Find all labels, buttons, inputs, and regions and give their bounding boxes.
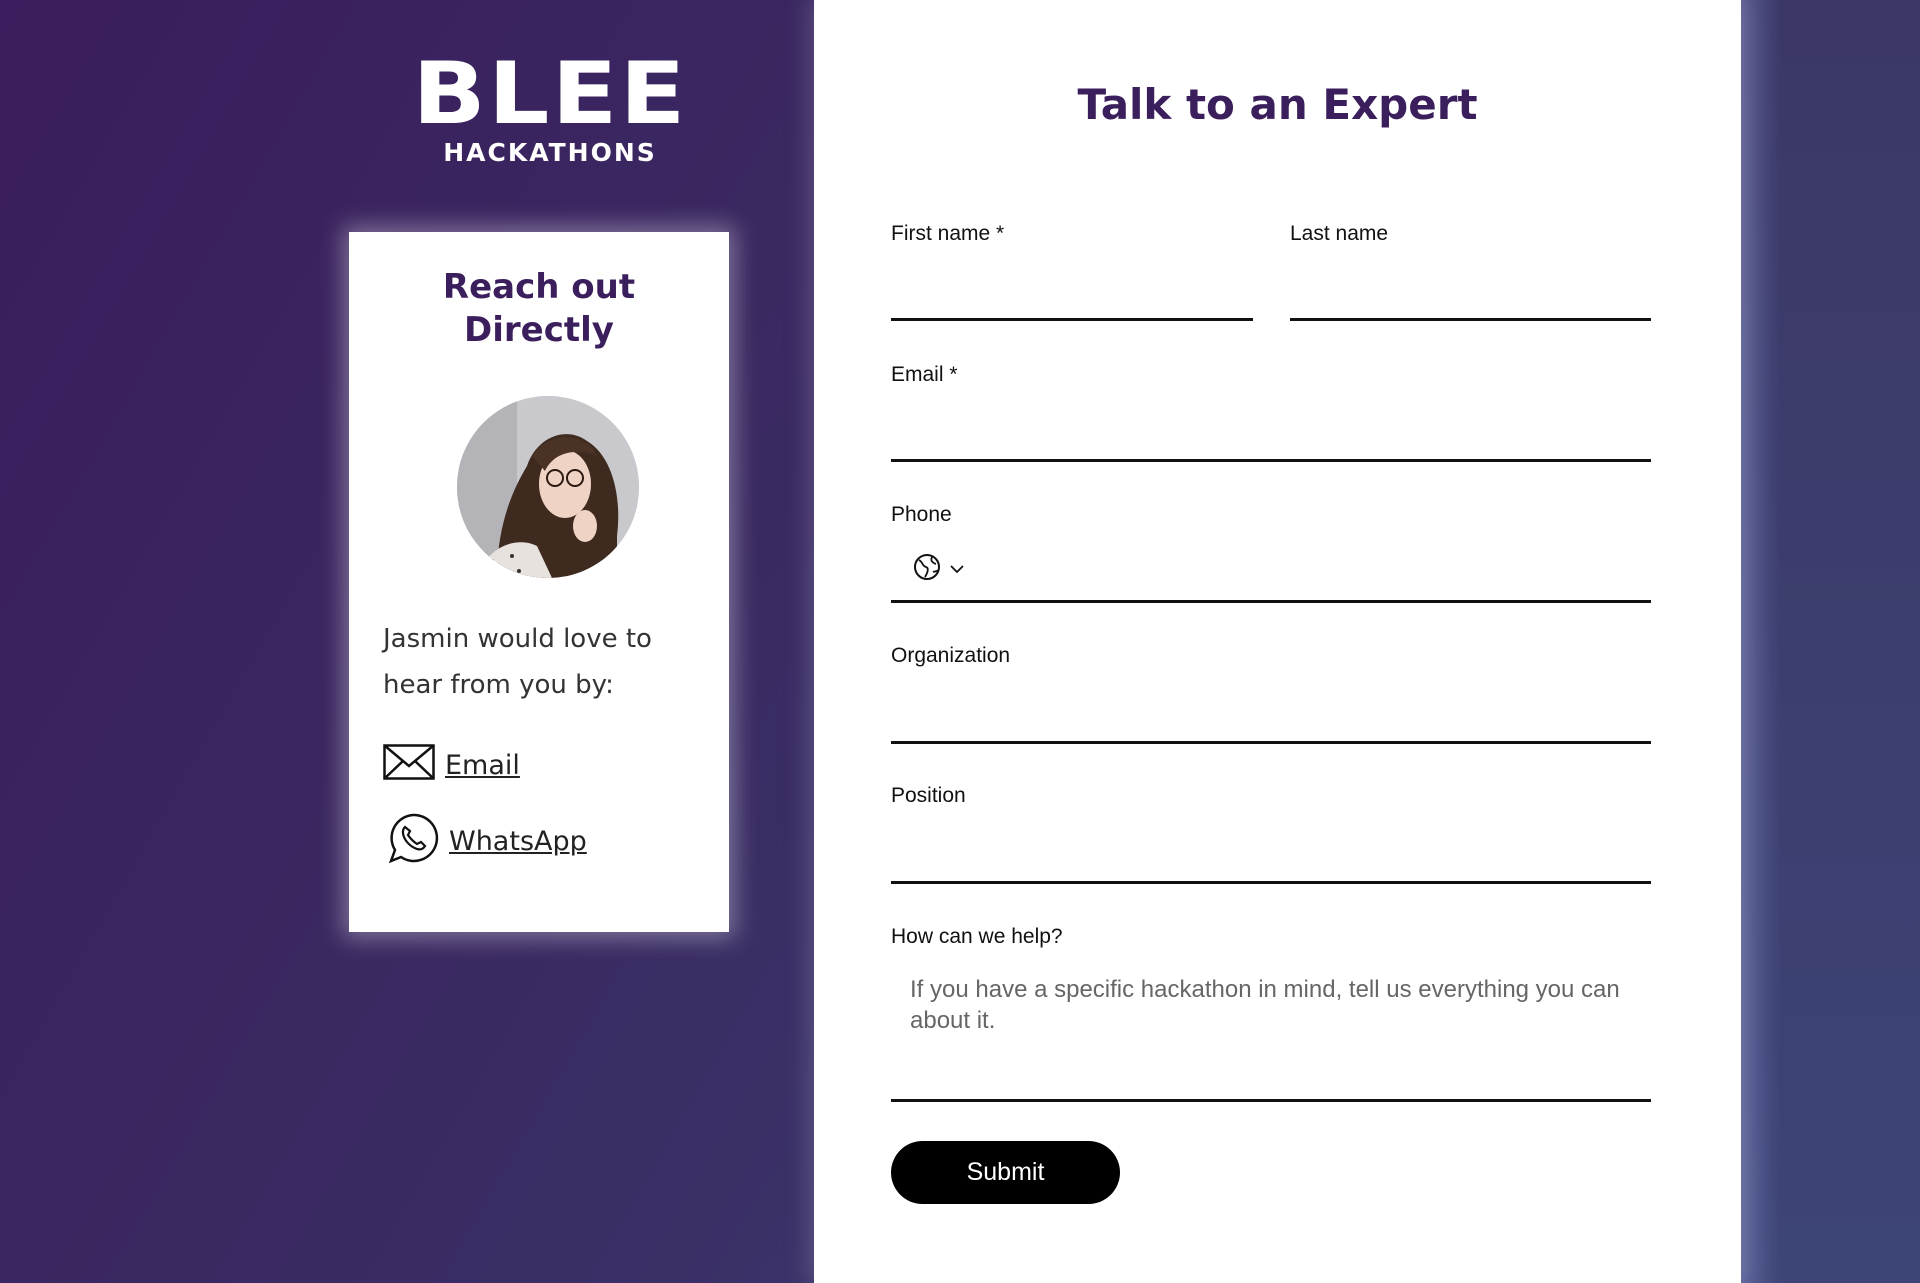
contact-form-panel: Talk to an Expert First name * Last name… <box>814 0 1741 1283</box>
position-label: Position <box>891 784 966 807</box>
last-name-underline <box>1290 318 1651 321</box>
globe-icon <box>913 553 941 586</box>
brand-logo[interactable]: BLEE HACKATHONS <box>412 51 685 167</box>
first-name-field[interactable] <box>891 270 1257 312</box>
phone-field[interactable] <box>984 552 1655 594</box>
last-name-label: Last name <box>1290 222 1389 245</box>
first-name-label: First name * <box>891 222 1005 245</box>
whatsapp-icon <box>387 812 439 871</box>
position-field[interactable] <box>891 832 1655 874</box>
first-name-underline <box>891 318 1253 321</box>
submit-button[interactable]: Submit <box>891 1141 1120 1204</box>
card-description: Jasmin would love to hear from you by: <box>383 624 652 700</box>
logo-wordmark: BLEE <box>412 44 688 144</box>
organization-label: Organization <box>891 644 1011 667</box>
form-title: Talk to an Expert <box>1077 80 1478 129</box>
phone-country-selector[interactable] <box>913 553 965 586</box>
envelope-icon <box>383 744 435 787</box>
contact-card: Reach out Directly Jasmin would love to … <box>349 232 729 932</box>
email-link[interactable]: Email <box>383 744 520 787</box>
email-field[interactable] <box>891 411 1655 453</box>
card-title: Reach out Directly <box>442 267 636 350</box>
email-link-label[interactable]: Email <box>445 750 520 781</box>
position-underline <box>891 881 1651 884</box>
chevron-down-icon <box>949 561 965 579</box>
whatsapp-link-label[interactable]: WhatsApp <box>449 826 587 857</box>
help-underline <box>891 1099 1651 1102</box>
email-label: Email * <box>891 363 958 386</box>
help-label: How can we help? <box>891 925 1063 948</box>
last-name-field[interactable] <box>1290 270 1655 312</box>
background-strip <box>1741 0 1920 1283</box>
avatar <box>457 396 639 578</box>
email-underline <box>891 459 1651 462</box>
phone-underline <box>891 600 1651 603</box>
phone-label: Phone <box>891 503 952 526</box>
help-textarea[interactable]: If you have a specific hackathon in mind… <box>910 974 1630 1036</box>
whatsapp-link[interactable]: WhatsApp <box>387 812 587 871</box>
organization-field[interactable] <box>891 692 1655 734</box>
organization-underline <box>891 741 1651 744</box>
